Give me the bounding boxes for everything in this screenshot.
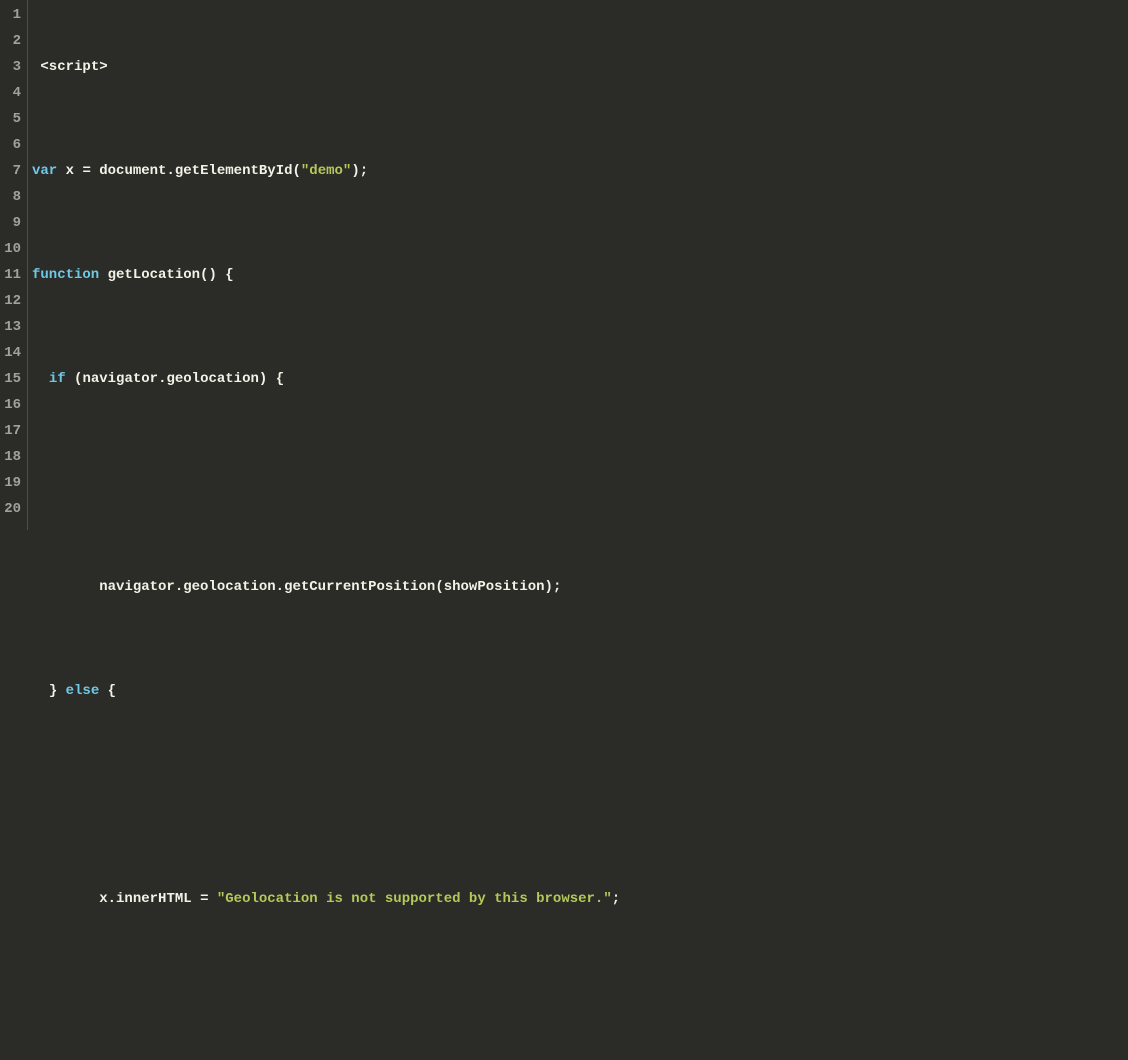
line-number: 4 — [0, 80, 21, 106]
tag-token: <script> — [40, 59, 107, 75]
code-line[interactable] — [32, 782, 620, 808]
string-token: "demo" — [301, 163, 351, 179]
punct-token: ; — [612, 891, 620, 907]
punct-token: . — [166, 163, 174, 179]
line-number: 5 — [0, 106, 21, 132]
line-number: 16 — [0, 392, 21, 418]
line-number: 14 — [0, 340, 21, 366]
punct-token: ; — [360, 163, 368, 179]
space — [99, 683, 107, 699]
line-number: 17 — [0, 418, 21, 444]
line-number: 19 — [0, 470, 21, 496]
code-line[interactable]: navigator.geolocation.getCurrentPosition… — [32, 574, 620, 600]
identifier-token: navigator — [99, 579, 175, 595]
punct-token: . — [108, 891, 116, 907]
identifier-token: showPosition — [444, 579, 545, 595]
identifier-token: x — [66, 163, 74, 179]
line-number: 20 — [0, 496, 21, 522]
punct-token: } — [49, 683, 57, 699]
space — [91, 163, 99, 179]
keyword-token: var — [32, 163, 57, 179]
indent — [32, 891, 99, 907]
space — [267, 371, 275, 387]
function-token: getElementById — [175, 163, 293, 179]
line-number: 7 — [0, 158, 21, 184]
code-line[interactable]: if (navigator.geolocation) { — [32, 366, 620, 392]
space — [208, 891, 216, 907]
identifier-token: geolocation — [166, 371, 258, 387]
code-line[interactable]: function getLocation() { — [32, 262, 620, 288]
code-area[interactable]: <script> var x = document.getElementById… — [28, 0, 620, 530]
function-token: getCurrentPosition — [284, 579, 435, 595]
code-line[interactable]: var x = document.getElementById("demo"); — [32, 158, 620, 184]
line-number: 10 — [0, 236, 21, 262]
code-editor[interactable]: 1 2 3 4 5 6 7 8 9 10 11 12 13 14 15 16 1… — [0, 0, 1128, 530]
punct-token: ( — [293, 163, 301, 179]
keyword-token: if — [49, 371, 66, 387]
indent — [32, 683, 49, 699]
code-line[interactable] — [32, 990, 620, 1016]
space — [99, 267, 107, 283]
identifier-token: x — [99, 891, 107, 907]
space — [217, 267, 225, 283]
punct-token: ) — [545, 579, 553, 595]
punct-token: { — [276, 371, 284, 387]
indent — [32, 579, 99, 595]
space — [57, 683, 65, 699]
code-line[interactable]: } else { — [32, 678, 620, 704]
identifier-token: navigator — [82, 371, 158, 387]
identifier-token: document — [99, 163, 166, 179]
punct-token: ; — [553, 579, 561, 595]
line-number: 3 — [0, 54, 21, 80]
code-line[interactable] — [32, 470, 620, 496]
line-number: 18 — [0, 444, 21, 470]
line-number: 9 — [0, 210, 21, 236]
line-number: 13 — [0, 314, 21, 340]
punct-token: ) — [351, 163, 359, 179]
line-number: 15 — [0, 366, 21, 392]
line-number: 11 — [0, 262, 21, 288]
punct-token: ( — [435, 579, 443, 595]
string-token: "Geolocation is not supported by this br… — [217, 891, 612, 907]
keyword-token: function — [32, 267, 99, 283]
line-number: 6 — [0, 132, 21, 158]
space — [66, 371, 74, 387]
function-token: getLocation — [108, 267, 200, 283]
line-number: 1 — [0, 2, 21, 28]
line-number-gutter: 1 2 3 4 5 6 7 8 9 10 11 12 13 14 15 16 1… — [0, 0, 28, 530]
operator-token: = — [200, 891, 208, 907]
punct-token: . — [175, 579, 183, 595]
keyword-token: else — [66, 683, 100, 699]
punct-token: { — [225, 267, 233, 283]
space — [57, 163, 65, 179]
identifier-token: innerHTML — [116, 891, 192, 907]
code-line[interactable]: <script> — [32, 54, 620, 80]
indent — [32, 371, 49, 387]
identifier-token: geolocation — [183, 579, 275, 595]
operator-token: = — [82, 163, 90, 179]
line-number: 2 — [0, 28, 21, 54]
line-number: 12 — [0, 288, 21, 314]
space — [192, 891, 200, 907]
line-number: 8 — [0, 184, 21, 210]
code-line[interactable]: x.innerHTML = "Geolocation is not suppor… — [32, 886, 620, 912]
punct-token: { — [108, 683, 116, 699]
punct-token: . — [276, 579, 284, 595]
punct-token: () — [200, 267, 217, 283]
